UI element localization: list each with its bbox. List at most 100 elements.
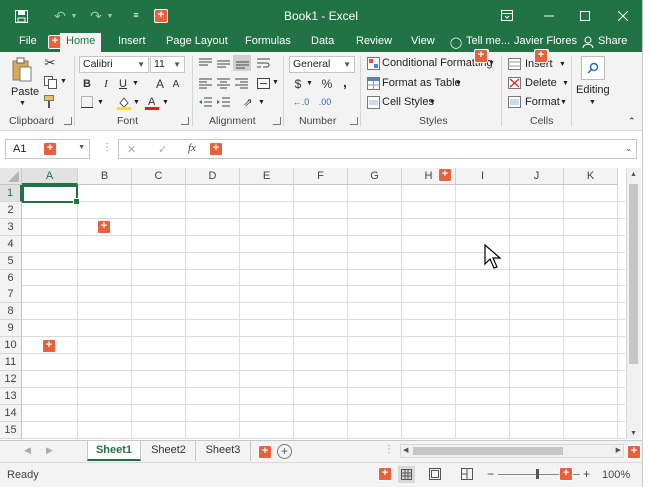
marker-conditional-formatting[interactable]: + <box>474 49 488 63</box>
row-header-15[interactable]: 15 <box>0 421 22 439</box>
name-box-dropdown-icon[interactable]: ▼ <box>78 144 85 151</box>
tab-home[interactable]: Home <box>60 33 102 52</box>
decrease-indent-icon[interactable] <box>197 95 213 109</box>
row-header-14[interactable]: 14 <box>0 404 22 422</box>
row-header-7[interactable]: 7 <box>0 286 22 304</box>
editing-dropdown-icon[interactable]: ▼ <box>589 99 596 106</box>
expand-formula-bar-icon[interactable]: ⌄ <box>625 144 632 153</box>
marker-scrollbar-corner[interactable]: + <box>627 445 641 459</box>
row-header-2[interactable]: 2 <box>0 201 22 219</box>
formula-bar-grip-icon[interactable]: ⋮ <box>102 142 112 153</box>
share-button[interactable]: Share <box>598 33 627 52</box>
horizontal-scroll-thumb[interactable] <box>413 447 563 455</box>
next-sheet-icon[interactable]: ▶ <box>46 445 53 456</box>
active-cell-a1[interactable] <box>22 185 80 205</box>
column-header-b[interactable]: B <box>78 168 132 185</box>
row-header-13[interactable]: 13 <box>0 387 22 405</box>
row-header-5[interactable]: 5 <box>0 252 22 270</box>
marker-column-h[interactable]: + <box>438 168 452 182</box>
wrap-text-icon[interactable] <box>255 56 271 70</box>
font-launcher-icon[interactable] <box>181 117 189 125</box>
format-cells-button[interactable]: Format <box>525 96 560 108</box>
page-break-view-icon[interactable] <box>461 468 473 483</box>
tab-data[interactable]: Data <box>311 33 334 52</box>
tab-file[interactable]: File <box>19 33 37 52</box>
borders-icon[interactable] <box>80 95 94 109</box>
enter-entry-icon[interactable]: ✓ <box>158 143 167 156</box>
zoom-out-button[interactable]: − <box>487 467 494 481</box>
paste-button[interactable]: Paste <box>11 86 39 98</box>
delete-dropdown-icon[interactable]: ▼ <box>562 80 569 87</box>
column-header-j[interactable]: J <box>510 168 564 185</box>
underline-button[interactable]: U <box>116 76 130 92</box>
cell-styles-button[interactable]: Cell Styles <box>382 96 434 108</box>
font-color-icon[interactable]: A <box>145 94 159 110</box>
page-layout-view-icon[interactable] <box>429 468 441 483</box>
horizontal-scrollbar[interactable]: ◀ ▶ <box>400 444 624 458</box>
format-cells-icon[interactable] <box>507 95 521 109</box>
tab-split-grip-icon[interactable]: ⋮ <box>384 444 394 455</box>
align-top-icon[interactable] <box>197 56 213 70</box>
row-header-6[interactable]: 6 <box>0 269 22 287</box>
format-painter-icon[interactable] <box>43 94 57 108</box>
clipboard-launcher-icon[interactable] <box>64 117 72 125</box>
zoom-slider-thumb[interactable] <box>536 469 539 479</box>
cell-styles-dropdown-icon[interactable]: ▼ <box>429 99 436 106</box>
row-header-8[interactable]: 8 <box>0 303 22 321</box>
editing-button[interactable]: Editing <box>576 84 610 96</box>
font-name-select[interactable]: Calibri ▼ <box>79 56 149 73</box>
tab-formulas[interactable]: Formulas <box>245 33 291 52</box>
paste-icon[interactable] <box>10 57 34 83</box>
scroll-up-icon[interactable]: ▲ <box>630 171 637 178</box>
increase-indent-icon[interactable] <box>215 95 231 109</box>
worksheet-grid[interactable]: ABCDEFGHIJK 1 2 3 4 5 6 7 8 9 10 11 12 13 14 15 + + + <box>0 168 625 439</box>
row-header-11[interactable]: 11 <box>0 354 22 371</box>
cancel-entry-icon[interactable]: ✕ <box>127 143 136 156</box>
select-all-corner[interactable] <box>0 168 22 185</box>
grow-font-button[interactable]: A <box>153 76 167 92</box>
align-middle-icon[interactable] <box>215 56 231 70</box>
increase-decimal-button[interactable]: ←.0 <box>290 95 312 109</box>
scroll-left-icon[interactable]: ◀ <box>403 446 408 454</box>
currency-dropdown-icon[interactable]: ▼ <box>306 80 313 87</box>
merge-center-icon[interactable] <box>255 76 271 90</box>
prev-sheet-icon[interactable]: ◀ <box>24 445 31 456</box>
scroll-right-icon[interactable]: ▶ <box>616 446 621 454</box>
new-sheet-button[interactable]: + <box>277 444 292 459</box>
align-bottom-icon[interactable] <box>233 55 251 71</box>
row-header-3[interactable]: 3 <box>0 218 22 236</box>
find-search-icon[interactable] <box>581 56 605 80</box>
zoom-in-button[interactable]: + <box>583 467 590 481</box>
orientation-icon[interactable]: ⇗ <box>240 94 256 110</box>
column-header-g[interactable]: G <box>348 168 402 185</box>
cell-styles-icon[interactable] <box>366 95 380 109</box>
alignment-launcher-icon[interactable] <box>273 117 281 125</box>
tab-view[interactable]: View <box>411 33 435 52</box>
marker-zoom[interactable]: + <box>559 467 573 481</box>
conditional-formatting-dropdown-icon[interactable]: ▼ <box>488 60 495 67</box>
fill-color-icon[interactable] <box>117 94 131 110</box>
marker-insert-cells[interactable]: + <box>534 49 548 63</box>
align-right-icon[interactable] <box>233 76 249 90</box>
row-header-9[interactable]: 9 <box>0 320 22 338</box>
collapse-ribbon-icon[interactable]: ⌃ <box>628 116 636 127</box>
marker-formula-bar[interactable]: + <box>209 142 223 156</box>
paste-dropdown-icon[interactable]: ▼ <box>19 100 26 107</box>
sheet-tab-sheet1[interactable]: Sheet1 <box>87 441 141 461</box>
copy-icon[interactable] <box>43 75 57 89</box>
marker-cell-a10[interactable]: + <box>42 339 56 353</box>
conditional-formatting-icon[interactable] <box>366 56 380 70</box>
normal-view-icon[interactable] <box>398 466 415 483</box>
italic-button[interactable]: I <box>99 76 113 92</box>
fill-color-dropdown-icon[interactable]: ▼ <box>133 99 140 106</box>
sheet-tab-sheet3[interactable]: Sheet3 <box>196 441 251 461</box>
row-header-4[interactable]: 4 <box>0 235 22 253</box>
zoom-level[interactable]: 100% <box>602 469 630 481</box>
tab-review[interactable]: Review <box>356 33 392 52</box>
align-center-icon[interactable] <box>215 76 231 90</box>
column-header-a[interactable]: A <box>22 168 78 185</box>
column-header-k[interactable]: K <box>564 168 618 185</box>
row-header-12[interactable]: 12 <box>0 370 22 388</box>
percent-button[interactable]: % <box>320 76 334 92</box>
marker-status-bar[interactable]: + <box>378 467 392 481</box>
